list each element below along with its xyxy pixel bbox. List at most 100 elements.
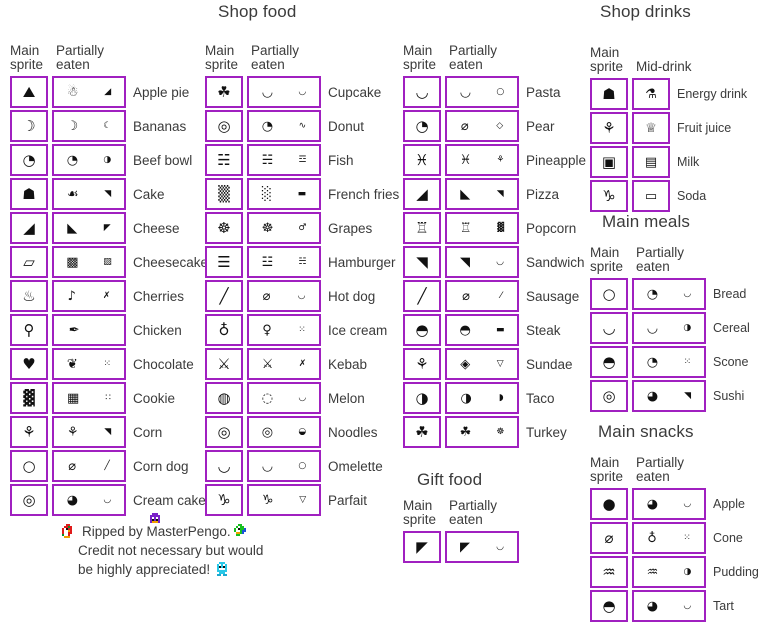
partially-eaten-cell[interactable]: ☵ ☲: [247, 144, 321, 176]
main-sprite-cell[interactable]: ☘: [205, 76, 243, 108]
main-sprite-cell[interactable]: ◎: [205, 110, 243, 142]
main-sprite-cell[interactable]: ◥: [403, 246, 441, 278]
main-sprite-cell[interactable]: ⚘: [590, 112, 628, 144]
main-sprite-cell[interactable]: ◑: [403, 382, 441, 414]
main-sprite-cell[interactable]: ⚘: [403, 348, 441, 380]
partially-eaten-cell[interactable]: ◥ ◡: [445, 246, 519, 278]
table-row[interactable]: ☘ ☘ ☸ Turkey: [403, 415, 586, 449]
table-row[interactable]: ╱ ⌀ ⁄ Sausage: [403, 279, 586, 313]
main-sprite-cell[interactable]: ♑: [590, 180, 628, 212]
table-row[interactable]: ● ◕ ◡ Apple: [590, 487, 759, 521]
main-sprite-cell[interactable]: ☸: [205, 212, 243, 244]
mid-drink-cell[interactable]: ♕: [632, 112, 670, 144]
partially-eaten-cell[interactable]: ◑ ◗: [445, 382, 519, 414]
partially-eaten-cell[interactable]: ☙ ◥: [52, 178, 126, 210]
main-sprite-cell[interactable]: ◡: [205, 450, 243, 482]
table-row[interactable]: ◎ ◕ ◡ Cream cake: [10, 483, 208, 517]
partially-eaten-cell[interactable]: ◡ ○: [445, 76, 519, 108]
table-row[interactable]: ⚘ ♕ Fruit juice: [590, 111, 747, 145]
table-row[interactable]: ☽ ☽ ☾ Bananas: [10, 109, 208, 143]
partially-eaten-cell[interactable]: ⌀ ╱: [52, 450, 126, 482]
partially-eaten-cell[interactable]: ✒: [52, 314, 126, 346]
table-row[interactable]: ☗ ☙ ◥ Cake: [10, 177, 208, 211]
partially-eaten-cell[interactable]: ◔ ◡: [632, 278, 706, 310]
main-sprite-cell[interactable]: ◡: [403, 76, 441, 108]
partially-eaten-cell[interactable]: ♑ ▽: [247, 484, 321, 516]
table-row[interactable]: ☗ ⚗ Energy drink: [590, 77, 747, 111]
partially-eaten-cell[interactable]: ▩ ▨: [52, 246, 126, 278]
partially-eaten-cell[interactable]: ◔ ∿: [247, 110, 321, 142]
main-sprite-cell[interactable]: ⚘: [10, 416, 48, 448]
table-row[interactable]: ▣ ▤ Milk: [590, 145, 747, 179]
table-row[interactable]: ◡ ◡ ○ Omelette: [205, 449, 399, 483]
main-sprite-cell[interactable]: ♖: [403, 212, 441, 244]
main-sprite-cell[interactable]: ♒: [590, 556, 628, 588]
table-row[interactable]: ◤ ◤ ◡: [403, 530, 527, 564]
table-row[interactable]: ◢ ◣ ◥ Pizza: [403, 177, 586, 211]
table-row[interactable]: ◍ ◌ ◡ Melon: [205, 381, 399, 415]
table-row[interactable]: ╱ ⌀ ◡ Hot dog: [205, 279, 399, 313]
main-sprite-cell[interactable]: ♁: [205, 314, 243, 346]
table-row[interactable]: ◎ ◕ ◥ Sushi: [590, 379, 750, 413]
table-row[interactable]: ☸ ☸ ♂ Grapes: [205, 211, 399, 245]
main-sprite-cell[interactable]: ◍: [205, 382, 243, 414]
main-sprite-cell[interactable]: ◢: [403, 178, 441, 210]
table-row[interactable]: ♥ ❦ ⁙ Chocolate: [10, 347, 208, 381]
main-sprite-cell[interactable]: ♨: [10, 280, 48, 312]
partially-eaten-cell[interactable]: ☽ ☾: [52, 110, 126, 142]
partially-eaten-cell[interactable]: ♒ ◑: [632, 556, 706, 588]
partially-eaten-cell[interactable]: ◕ ◡: [52, 484, 126, 516]
main-sprite-cell[interactable]: ☗: [590, 78, 628, 110]
table-row[interactable]: ▒ ░ ▬ French fries: [205, 177, 399, 211]
partially-eaten-cell[interactable]: ◤ ◡: [445, 531, 519, 563]
mid-drink-cell[interactable]: ▭: [632, 180, 670, 212]
table-row[interactable]: ☘ ◡ ◡ Cupcake: [205, 75, 399, 109]
main-sprite-cell[interactable]: ◓: [590, 590, 628, 622]
main-sprite-cell[interactable]: ◓: [590, 346, 628, 378]
table-row[interactable]: ◓ ◓ ▬ Steak: [403, 313, 586, 347]
main-sprite-cell[interactable]: ☵: [205, 144, 243, 176]
partially-eaten-cell[interactable]: ♁ ⁙: [632, 522, 706, 554]
main-sprite-cell[interactable]: ▣: [590, 146, 628, 178]
main-sprite-cell[interactable]: ◎: [205, 416, 243, 448]
main-sprite-cell[interactable]: ▓: [10, 382, 48, 414]
mid-drink-cell[interactable]: ▤: [632, 146, 670, 178]
partially-eaten-cell[interactable]: ◕ ◥: [632, 380, 706, 412]
main-sprite-cell[interactable]: ⚲: [10, 314, 48, 346]
partially-eaten-cell[interactable]: ⚘ ◥: [52, 416, 126, 448]
table-row[interactable]: ♖ ♖ ▓ Popcorn: [403, 211, 586, 245]
table-row[interactable]: ♨ ♪ ✗ Cherries: [10, 279, 208, 313]
partially-eaten-cell[interactable]: ◌ ◡: [247, 382, 321, 414]
partially-eaten-cell[interactable]: ◓ ▬: [445, 314, 519, 346]
table-row[interactable]: ♓ ♓ ⚘ Pineapple: [403, 143, 586, 177]
partially-eaten-cell[interactable]: ⚔ ✗: [247, 348, 321, 380]
table-row[interactable]: ▱ ▩ ▨ Cheesecake: [10, 245, 208, 279]
partially-eaten-cell[interactable]: ◕ ◡: [632, 590, 706, 622]
table-row[interactable]: ◥ ◥ ◡ Sandwich: [403, 245, 586, 279]
partially-eaten-cell[interactable]: ◡ ○: [247, 450, 321, 482]
main-sprite-cell[interactable]: ◢: [10, 212, 48, 244]
main-sprite-cell[interactable]: ○: [590, 278, 628, 310]
main-sprite-cell[interactable]: ☗: [10, 178, 48, 210]
partially-eaten-cell[interactable]: ◈ ▽: [445, 348, 519, 380]
main-sprite-cell[interactable]: ☰: [205, 246, 243, 278]
table-row[interactable]: ☵ ☵ ☲ Fish: [205, 143, 399, 177]
table-row[interactable]: ◔ ⌀ ◇ Pear: [403, 109, 586, 143]
partially-eaten-cell[interactable]: ◔ ◑: [52, 144, 126, 176]
partially-eaten-cell[interactable]: ⌀ ⁄: [445, 280, 519, 312]
main-sprite-cell[interactable]: ◓: [403, 314, 441, 346]
table-row[interactable]: ◢ ◣ ◤ Cheese: [10, 211, 208, 245]
partially-eaten-cell[interactable]: ⌀ ◇: [445, 110, 519, 142]
table-row[interactable]: ◓ ◕ ◡ Tart: [590, 589, 759, 623]
table-row[interactable]: ♒ ♒ ◑ Pudding: [590, 555, 759, 589]
partially-eaten-cell[interactable]: ◣ ◤: [52, 212, 126, 244]
main-sprite-cell[interactable]: ◡: [590, 312, 628, 344]
table-row[interactable]: ◡ ◡ ◑ Cereal: [590, 311, 750, 345]
main-sprite-cell[interactable]: ●: [590, 488, 628, 520]
table-row[interactable]: ◎ ◎ ◒ Noodles: [205, 415, 399, 449]
table-row[interactable]: ◔ ◔ ◑ Beef bowl: [10, 143, 208, 177]
table-row[interactable]: ⛰ ☃ ◢ Apple pie: [10, 75, 208, 109]
main-sprite-cell[interactable]: ♓: [403, 144, 441, 176]
main-sprite-cell[interactable]: ╱: [205, 280, 243, 312]
table-row[interactable]: ▓ ▦ ∷ Cookie: [10, 381, 208, 415]
